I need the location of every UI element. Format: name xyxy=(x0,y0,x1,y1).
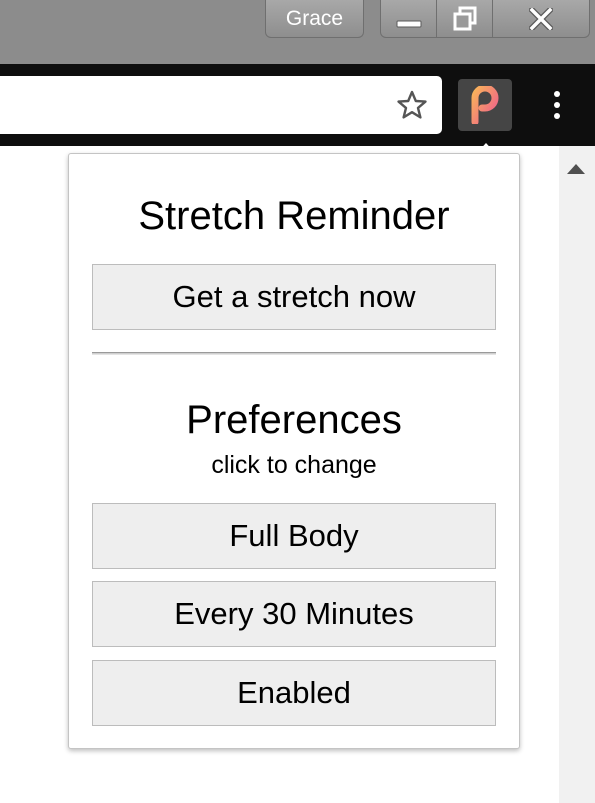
address-bar[interactable] xyxy=(0,76,442,134)
vertical-dots-icon xyxy=(554,91,560,97)
window-title-bar: Grace xyxy=(0,0,595,64)
browser-toolbar xyxy=(0,64,595,146)
window-controls xyxy=(380,0,590,38)
extension-popup: Stretch Reminder Get a stretch now Prefe… xyxy=(68,153,520,749)
popup-title: Stretch Reminder xyxy=(138,194,450,238)
profile-button[interactable]: Grace xyxy=(265,0,364,38)
divider xyxy=(92,352,496,355)
preferences-heading: Preferences xyxy=(186,398,402,442)
get-stretch-button[interactable]: Get a stretch now xyxy=(92,264,496,330)
scroll-up-arrow-icon[interactable] xyxy=(567,164,585,174)
body-area-toggle[interactable]: Full Body xyxy=(92,503,496,569)
extension-button[interactable] xyxy=(458,79,512,131)
page-scrollbar[interactable] xyxy=(559,146,595,803)
close-button[interactable] xyxy=(492,0,589,37)
star-icon[interactable] xyxy=(396,89,428,121)
frequency-toggle[interactable]: Every 30 Minutes xyxy=(92,581,496,647)
vertical-dots-icon xyxy=(554,102,560,108)
vertical-dots-icon xyxy=(554,113,560,119)
minimize-icon xyxy=(396,20,421,27)
restore-button[interactable] xyxy=(436,0,492,37)
minimize-button[interactable] xyxy=(381,0,436,37)
browser-menu-button[interactable] xyxy=(544,79,570,131)
preferences-subtitle: click to change xyxy=(211,451,377,479)
close-icon xyxy=(529,7,553,30)
restore-icon xyxy=(453,6,476,30)
p-logo-icon xyxy=(471,86,499,124)
status-toggle[interactable]: Enabled xyxy=(92,660,496,726)
